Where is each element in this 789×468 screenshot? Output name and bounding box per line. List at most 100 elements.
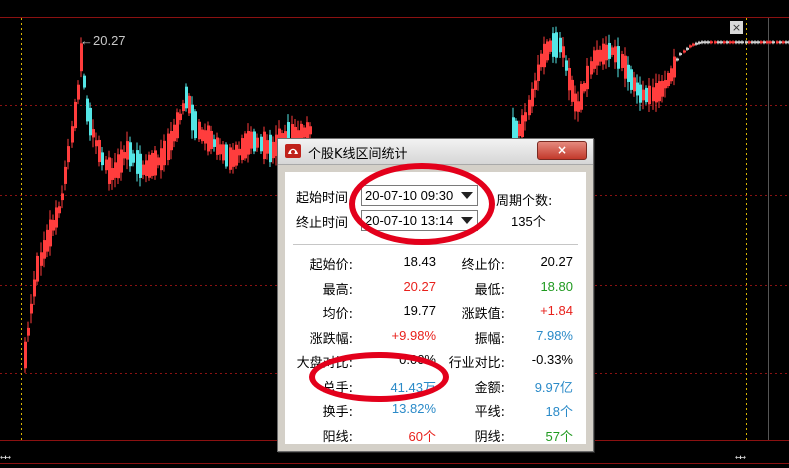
candle-body	[568, 67, 571, 91]
right-stat-label: 金额:	[474, 380, 505, 396]
scroll-right-arrows[interactable]: ↤↦	[735, 452, 746, 463]
candle-body	[531, 88, 534, 107]
candle-body	[142, 164, 145, 175]
candle-body	[129, 142, 132, 167]
candle-body	[229, 147, 232, 170]
chevron-down-icon	[461, 217, 473, 224]
candle-body	[58, 206, 61, 214]
right-stat-label: 平线:	[474, 405, 505, 420]
candle-body	[250, 131, 253, 149]
right-stat-label: 最低:	[474, 282, 505, 298]
candle-body	[583, 83, 586, 92]
candle-body	[36, 255, 39, 282]
candle-body	[204, 130, 207, 144]
candle-body	[238, 148, 241, 156]
candle-body	[160, 148, 163, 171]
candle-body	[64, 166, 67, 184]
close-icon[interactable]: ×	[730, 21, 743, 34]
candle-body	[173, 124, 176, 142]
candle-body	[754, 41, 757, 44]
right-stat-value: 57个	[545, 428, 573, 444]
candle-body	[120, 149, 123, 173]
candle-body	[732, 41, 735, 44]
candle-body	[213, 139, 216, 147]
candle-body	[772, 41, 775, 44]
candle-body	[735, 41, 738, 44]
dialog-close-button[interactable]: ×	[537, 141, 587, 160]
left-stat-label: 起始价:	[309, 258, 353, 273]
candle-body	[157, 157, 160, 166]
candle-body	[83, 75, 86, 88]
candle-body	[658, 81, 661, 102]
candle-body	[636, 82, 639, 96]
candle-body	[689, 45, 692, 48]
candle-body	[216, 137, 219, 155]
candle-body	[543, 43, 546, 68]
right-stat-label: 涨跌值:	[461, 307, 505, 322]
candle-body	[101, 152, 104, 166]
divider	[293, 244, 578, 245]
candle-body	[191, 104, 194, 131]
candle-body	[692, 43, 695, 46]
candle-body	[720, 41, 723, 44]
candle-body	[179, 113, 182, 121]
candle-body	[590, 61, 593, 75]
candle-body	[655, 83, 658, 103]
right-stat-label: 行业对比:	[448, 356, 505, 371]
candle-body	[673, 56, 676, 78]
candle-body	[552, 33, 555, 57]
candle-body	[648, 85, 651, 105]
candle-body	[303, 127, 306, 138]
candle-body	[779, 41, 782, 44]
candle-body	[614, 46, 617, 63]
candle-body	[515, 120, 518, 140]
candle-body	[154, 150, 157, 176]
candle-body	[611, 47, 614, 55]
app-logo-icon	[285, 144, 301, 158]
end-time-value: 20-07-10 13:14	[365, 213, 454, 228]
candle-body	[577, 101, 580, 112]
dialog-body: 起始时间 20-07-10 09:30 终止时间 20-07-10 13:14 …	[285, 172, 586, 445]
candle-body	[167, 133, 170, 161]
dialog-titlebar[interactable]: 个股K线区间统计 ×	[278, 139, 593, 165]
candle-body	[534, 80, 537, 90]
candle-body	[528, 99, 531, 116]
candle-body	[701, 41, 704, 44]
candle-body	[521, 115, 524, 138]
end-time-select[interactable]: 20-07-10 13:14	[361, 210, 478, 231]
candle-body	[95, 140, 98, 147]
peak-price-label: ←20.27	[80, 33, 126, 48]
candle-body	[621, 54, 624, 68]
candle-body	[207, 125, 210, 152]
start-time-label: 起始时间	[296, 191, 349, 206]
candle-body	[602, 43, 605, 65]
start-time-value: 20-07-10 09:30	[365, 188, 454, 203]
period-count-value: 135个	[511, 214, 546, 229]
candle-body	[145, 160, 148, 177]
candle-body	[188, 95, 191, 114]
candle-body	[593, 50, 596, 69]
candle-body	[40, 252, 43, 266]
scroll-left-arrows[interactable]: ↤↦	[0, 452, 11, 463]
candle-body	[769, 41, 772, 44]
candle-body	[182, 103, 185, 112]
candle-body	[760, 41, 763, 44]
candle-body	[645, 87, 648, 103]
candle-body	[108, 157, 111, 184]
candle-body	[210, 130, 213, 150]
left-stat-label: 均价:	[322, 307, 353, 322]
candle-body	[194, 111, 197, 139]
candle-body	[670, 68, 673, 82]
left-stat-label: 涨跌幅:	[309, 331, 353, 347]
candle-body	[74, 101, 77, 129]
period-count-label: 周期个数:	[496, 194, 553, 209]
end-time-label: 终止时间	[296, 216, 349, 231]
candle-body	[309, 126, 312, 135]
candle-body	[111, 168, 114, 180]
candle-body	[222, 144, 225, 161]
start-time-select[interactable]: 20-07-10 09:30	[361, 185, 478, 206]
candle-body	[630, 69, 633, 90]
candle-body	[260, 136, 263, 152]
candle-body	[633, 77, 636, 92]
candle-body	[148, 154, 151, 178]
